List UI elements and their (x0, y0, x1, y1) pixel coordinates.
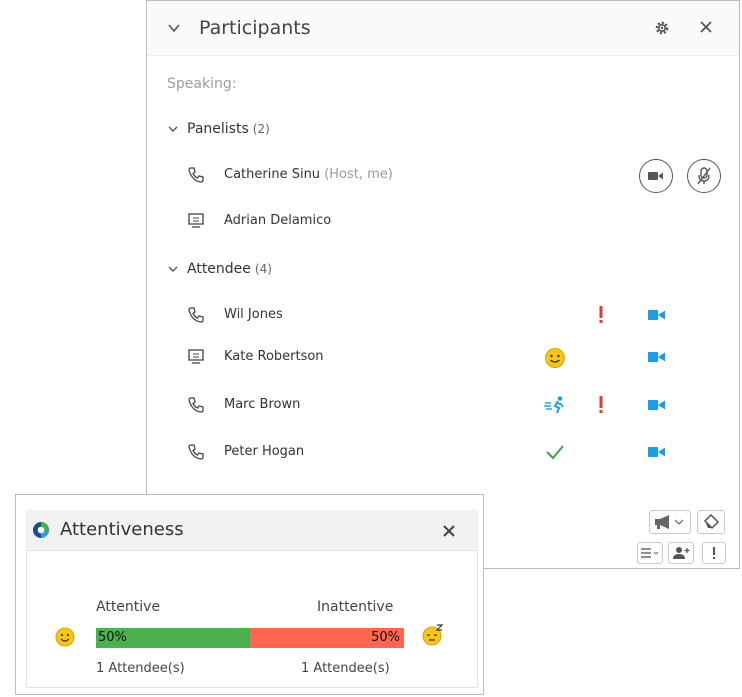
video-camera-icon (648, 172, 663, 180)
attentiveness-header: Attentiveness (26, 510, 478, 551)
participant-name-text: Catherine Sinu (224, 167, 321, 182)
panelists-group-header[interactable]: Panelists (2) (167, 118, 270, 140)
add-user-button[interactable] (668, 542, 694, 564)
group-label: Attendee (187, 261, 251, 277)
exclamation-icon (713, 547, 715, 559)
smile-emoji-icon (55, 627, 75, 647)
eraser-icon (703, 514, 720, 530)
participant-row-marc[interactable]: Marc Brown (147, 388, 741, 424)
participant-row-peter[interactable]: Peter Hogan (147, 435, 741, 471)
participant-name: Peter Hogan (224, 444, 305, 459)
chevron-down-icon[interactable] (167, 21, 181, 35)
phone-icon (188, 307, 204, 323)
speaking-label: Speaking: (167, 76, 237, 92)
close-icon[interactable] (442, 524, 456, 538)
chevron-down-icon (168, 126, 178, 132)
video-camera-icon (648, 400, 665, 410)
inattentive-percent: 50% (371, 630, 400, 645)
chevron-down-icon (168, 266, 178, 272)
video-camera-icon (648, 352, 665, 362)
panel-header: Participants (147, 1, 739, 56)
video-toggle-button[interactable] (639, 159, 673, 193)
gear-icon[interactable] (653, 19, 671, 37)
attentive-percent: 50% (98, 630, 127, 645)
eraser-button[interactable] (697, 510, 725, 534)
participant-role: (Host, me) (324, 167, 393, 182)
sleepy-emoji-icon (422, 624, 444, 646)
group-label: Panelists (187, 121, 249, 137)
webex-logo-icon (33, 522, 49, 538)
mute-toggle-button[interactable] (687, 159, 721, 193)
group-count: (4) (254, 262, 272, 276)
inattentive-count: 1 Attendee(s) (301, 661, 390, 676)
participants-panel: Participants Speaking: Panelists (2) Cat… (146, 0, 740, 569)
phone-icon (188, 167, 204, 183)
participant-name: Kate Robertson (224, 349, 324, 364)
microphone-mute-icon (697, 167, 711, 185)
attentiveness-bar: 50% 50% (96, 628, 404, 648)
check-icon (546, 445, 564, 460)
attentive-count: 1 Attendee(s) (96, 661, 185, 676)
list-view-button[interactable] (637, 542, 663, 564)
attendee-group-header[interactable]: Attendee (4) (167, 258, 272, 280)
participant-name: Catherine Sinu (Host, me) (224, 167, 393, 182)
video-camera-icon (648, 310, 665, 320)
computer-icon (188, 349, 204, 364)
participant-row-adrian[interactable]: Adrian Delamico (147, 204, 741, 240)
exclamation-icon (599, 396, 603, 413)
participant-name: Adrian Delamico (224, 213, 332, 228)
alert-button[interactable] (702, 542, 726, 564)
running-icon (544, 396, 564, 414)
participant-name: Wil Jones (224, 307, 283, 322)
smile-emoji-icon (545, 348, 565, 368)
megaphone-icon (655, 515, 684, 529)
participant-name: Marc Brown (224, 397, 301, 412)
phone-icon (188, 444, 204, 460)
close-icon[interactable] (698, 19, 714, 35)
inattentive-label: Inattentive (317, 599, 394, 615)
phone-icon (188, 397, 204, 413)
add-user-icon (673, 547, 690, 559)
participant-row-wil[interactable]: Wil Jones (147, 298, 741, 334)
panel-title: Participants (199, 17, 311, 39)
list-icon (641, 548, 659, 558)
attentiveness-panel: Attentiveness Attentive Inattentive 50% … (15, 494, 484, 695)
announce-button[interactable] (649, 510, 691, 534)
attentive-label: Attentive (96, 599, 161, 615)
group-count: (2) (252, 122, 270, 136)
attentiveness-title: Attentiveness (60, 519, 184, 540)
video-camera-icon (648, 447, 665, 457)
exclamation-icon (599, 306, 603, 323)
computer-icon (188, 213, 204, 228)
participant-row-kate[interactable]: Kate Robertson (147, 340, 741, 376)
